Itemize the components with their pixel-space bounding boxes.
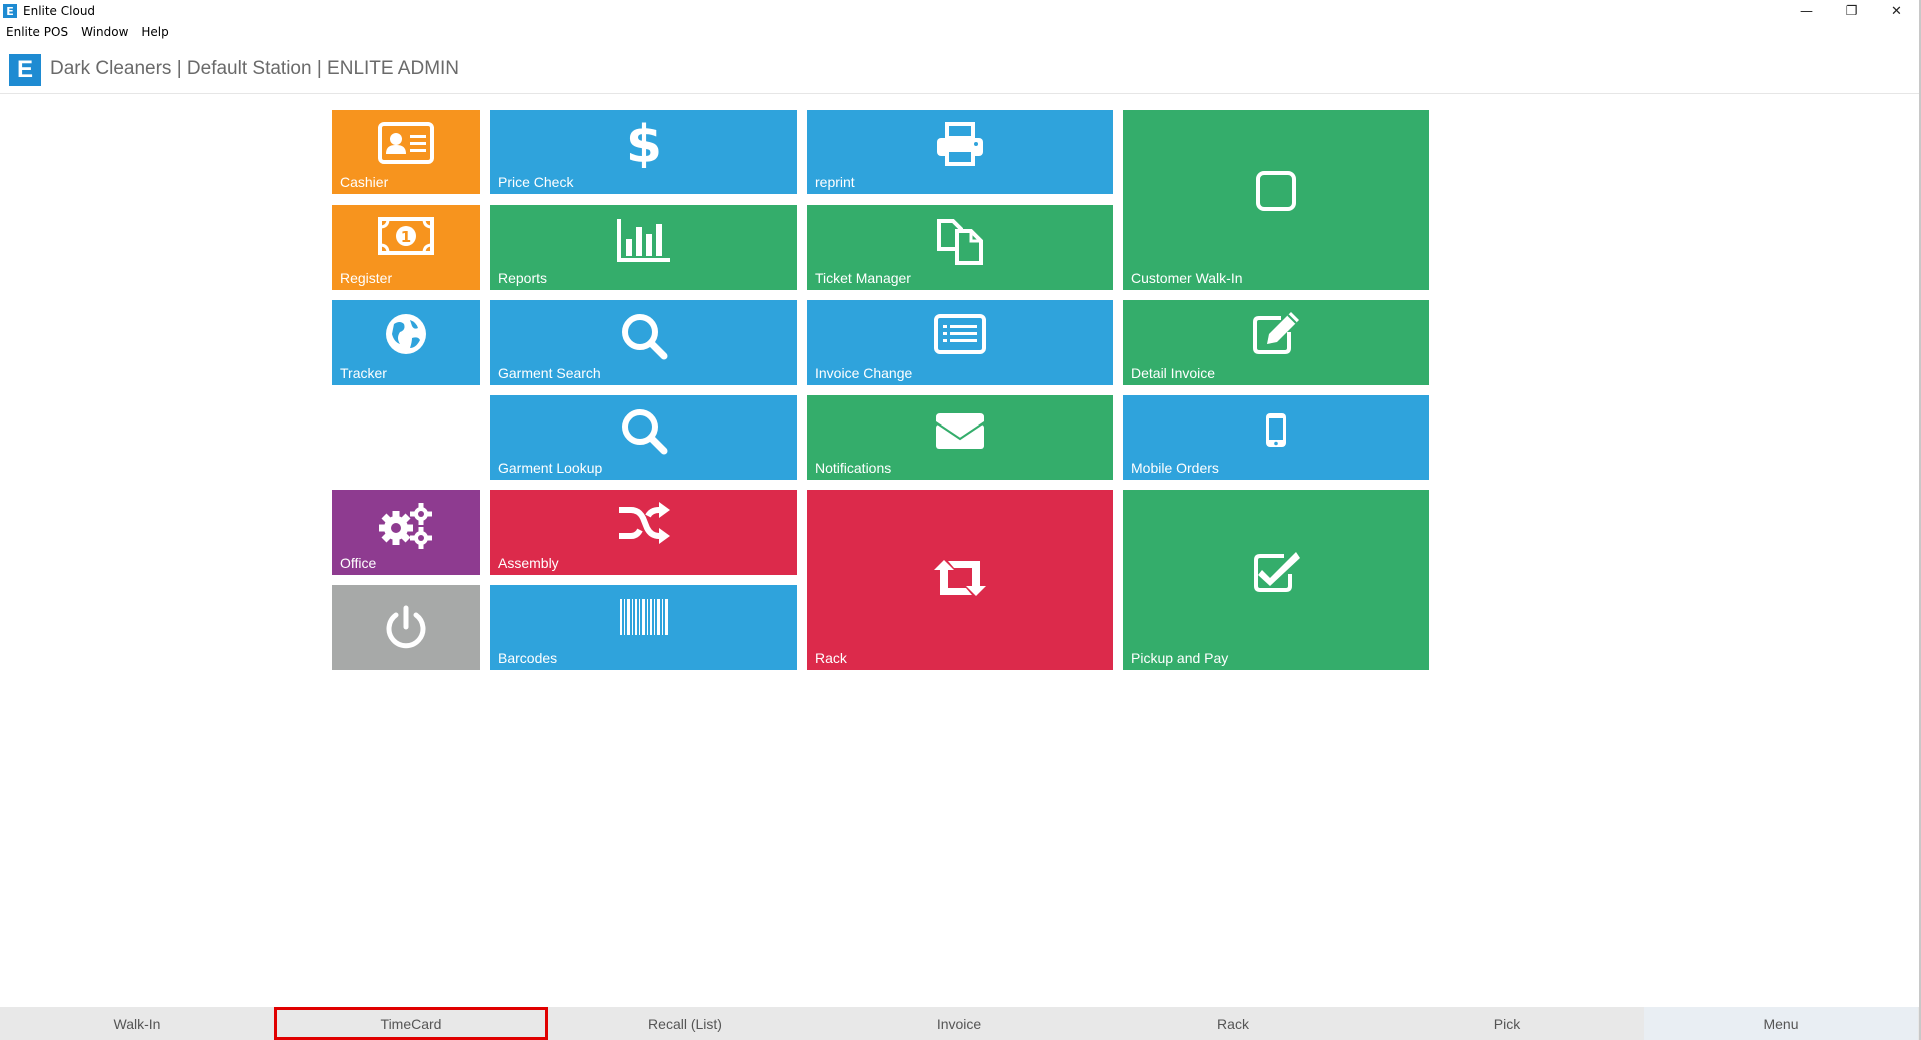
- tile-label: Assembly: [498, 555, 559, 571]
- tile-label: Garment Lookup: [498, 460, 603, 476]
- tile-price-check[interactable]: $ Price Check: [490, 110, 797, 194]
- tile-label: Rack: [815, 650, 847, 666]
- square-icon: [1255, 170, 1297, 212]
- shuffle-icon: [617, 500, 671, 546]
- list-icon: [934, 314, 986, 354]
- tile-label: Cashier: [340, 174, 389, 190]
- search-icon: [620, 312, 668, 360]
- menu-bar: Enlite POS Window Help: [0, 22, 1919, 42]
- tile-label: Invoice Change: [815, 365, 913, 381]
- tile-mobile-orders[interactable]: Mobile Orders: [1123, 395, 1429, 480]
- menu-window[interactable]: Window: [81, 25, 128, 39]
- tile-reprint[interactable]: reprint: [807, 110, 1113, 194]
- tile-label: Barcodes: [498, 650, 558, 666]
- gears-icon: [378, 500, 434, 550]
- nav-rack[interactable]: Rack: [1096, 1007, 1370, 1040]
- dollar-icon: $: [627, 118, 661, 168]
- retweet-icon: [932, 558, 988, 598]
- menu-help[interactable]: Help: [141, 25, 168, 39]
- money-bill-icon: 1: [378, 217, 434, 255]
- app-header: E Dark Cleaners | Default Station | ENLI…: [0, 48, 1919, 94]
- tile-office[interactable]: Office: [332, 490, 480, 575]
- id-card-icon: [378, 122, 434, 164]
- tile-label: Mobile Orders: [1131, 460, 1219, 476]
- tile-rack[interactable]: Rack: [807, 490, 1113, 670]
- svg-text:$: $: [627, 118, 661, 168]
- tile-label: Detail Invoice: [1131, 365, 1216, 381]
- tile-power[interactable]: [332, 585, 480, 670]
- edit-icon: [1251, 310, 1301, 356]
- tile-cashier[interactable]: Cashier: [332, 110, 480, 194]
- power-icon: [383, 605, 429, 651]
- tile-label: Ticket Manager: [815, 270, 911, 286]
- nav-timecard[interactable]: TimeCard: [274, 1007, 548, 1040]
- window-controls: — ❐ ✕: [1784, 0, 1919, 22]
- envelope-icon: [934, 411, 986, 451]
- tile-garment-search[interactable]: Garment Search: [490, 300, 797, 385]
- page-title: Dark Cleaners | Default Station | ENLITE…: [50, 58, 460, 79]
- nav-recall-list[interactable]: Recall (List): [548, 1007, 822, 1040]
- tile-tracker[interactable]: Tracker: [332, 300, 480, 385]
- minimize-button[interactable]: —: [1784, 0, 1829, 22]
- barcode-icon: [618, 597, 670, 637]
- tile-invoice-change[interactable]: Invoice Change: [807, 300, 1113, 385]
- search-icon: [620, 407, 668, 455]
- tile-label: Price Check: [498, 174, 574, 190]
- tile-label: Office: [340, 555, 377, 571]
- tile-pickup-and-pay[interactable]: Pickup and Pay: [1123, 490, 1429, 670]
- restore-button[interactable]: ❐: [1829, 0, 1874, 22]
- nav-menu[interactable]: Menu: [1644, 1007, 1918, 1040]
- mobile-icon: [1264, 411, 1288, 449]
- copy-icon: [935, 215, 985, 265]
- tile-reports[interactable]: Reports: [490, 205, 797, 290]
- title-bar: E Enlite Cloud — ❐ ✕: [0, 0, 1919, 22]
- tile-barcodes[interactable]: Barcodes: [490, 585, 797, 670]
- nav-walk-in[interactable]: Walk-In: [0, 1007, 274, 1040]
- tile-label: Tracker: [340, 365, 387, 381]
- tile-detail-invoice[interactable]: Detail Invoice: [1123, 300, 1429, 385]
- check-square-icon: [1252, 550, 1300, 594]
- tile-customer-walk-in[interactable]: Customer Walk-In: [1123, 110, 1429, 290]
- tile-label: Notifications: [815, 460, 892, 476]
- app-logo-icon: E: [3, 4, 17, 18]
- globe-icon: [384, 312, 428, 356]
- tile-notifications[interactable]: Notifications: [807, 395, 1113, 480]
- menu-enlite-pos[interactable]: Enlite POS: [6, 25, 68, 39]
- tile-garment-lookup[interactable]: Garment Lookup: [490, 395, 797, 480]
- close-button[interactable]: ✕: [1874, 0, 1919, 22]
- tile-label: Pickup and Pay: [1131, 650, 1229, 666]
- printer-icon: [935, 122, 985, 166]
- tile-register[interactable]: 1 Register: [332, 205, 480, 290]
- tile-label: Register: [340, 270, 393, 286]
- bar-chart-icon: [616, 217, 672, 263]
- tile-label: Reports: [498, 270, 548, 286]
- tile-label: Customer Walk-In: [1131, 270, 1243, 286]
- tile-assembly[interactable]: Assembly: [490, 490, 797, 575]
- tile-ticket-manager[interactable]: Ticket Manager: [807, 205, 1113, 290]
- window-title: Enlite Cloud: [23, 4, 96, 18]
- enlite-logo: E: [9, 54, 41, 86]
- svg-text:1: 1: [401, 228, 411, 246]
- nav-invoice[interactable]: Invoice: [822, 1007, 1096, 1040]
- nav-pick[interactable]: Pick: [1370, 1007, 1644, 1040]
- app-window: E Enlite Cloud — ❐ ✕ Enlite POS Window H…: [0, 0, 1921, 1040]
- bottom-nav: Walk-In TimeCard Recall (List) Invoice R…: [0, 1007, 1919, 1040]
- tile-label: Garment Search: [498, 365, 601, 381]
- tile-label: reprint: [815, 174, 855, 190]
